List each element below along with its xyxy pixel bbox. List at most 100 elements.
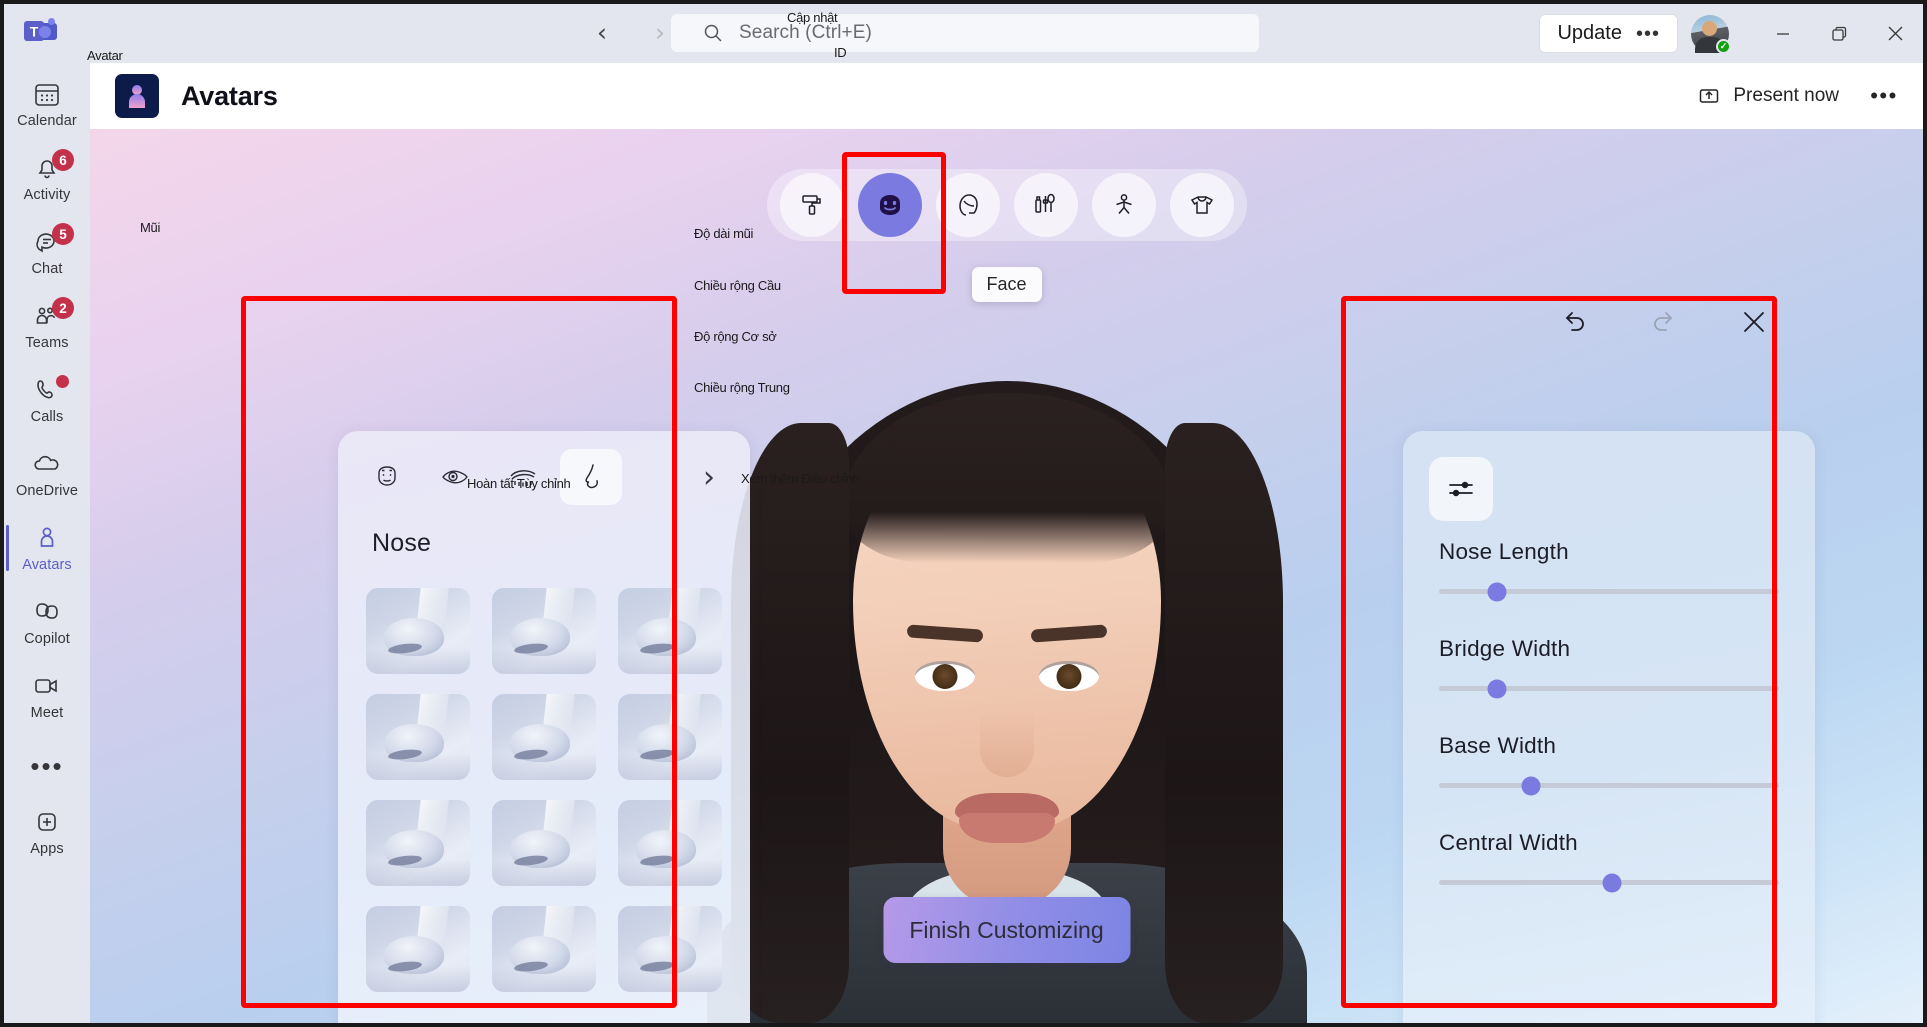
nose-option[interactable] (366, 694, 470, 780)
svg-text:T: T (30, 24, 39, 40)
nose-option[interactable] (618, 588, 722, 674)
smiling-face-icon (879, 195, 900, 215)
slider-bridge-width: Bridge Width (1439, 636, 1779, 698)
category-tab-clothing[interactable] (1169, 173, 1234, 237)
avatar-eyebrow-left (1030, 624, 1107, 643)
title-bar: T ‹ › Search (Ctrl+E) Update ••• ✓ (4, 4, 1923, 63)
app-header: Avatars Present now ••• (90, 63, 1923, 129)
category-tab-body[interactable] (1091, 173, 1156, 237)
app-header-actions: Present now ••• (1686, 75, 1923, 117)
avatar-eye-right (914, 661, 975, 691)
sidebar-item-calendar[interactable]: Calendar (4, 71, 90, 137)
avatar-nose (979, 711, 1034, 777)
undo-button[interactable] (1553, 301, 1595, 343)
search-input[interactable]: Search (Ctrl+E) (671, 14, 1259, 52)
nose-option[interactable] (618, 694, 722, 780)
avatar-stage: Face › Nose Nose Length Bridge Width Bas… (90, 129, 1923, 1023)
cloud-icon (32, 449, 62, 479)
sidebar-item-onedrive[interactable]: OneDrive (4, 441, 90, 507)
finish-customizing-button[interactable]: Finish Customizing (883, 897, 1130, 963)
slider-label: Central Width (1439, 830, 1578, 855)
category-tab-hair[interactable] (935, 173, 1000, 237)
nose-option[interactable] (492, 694, 596, 780)
nose-option[interactable] (366, 588, 470, 674)
person-icon (33, 523, 61, 553)
category-tab-style[interactable] (779, 173, 844, 237)
present-now-label: Present now (1733, 85, 1839, 106)
nose-option[interactable] (618, 906, 722, 992)
sidebar-item-apps[interactable]: Apps (4, 799, 90, 865)
back-button[interactable]: ‹ (582, 12, 622, 52)
overlay-central-width: Chiều rộng Trung (694, 380, 790, 395)
hair-icon (958, 194, 978, 216)
face-shape-icon (378, 466, 396, 486)
teams-badge: 2 (52, 297, 74, 319)
close-x-icon (1744, 312, 1764, 332)
category-tab-face[interactable] (857, 173, 922, 237)
slider-base-width: Base Width (1439, 733, 1779, 795)
sidebar-more-button[interactable]: ••• (4, 743, 90, 789)
sidebar-item-activity[interactable]: 6 Activity (4, 145, 90, 211)
chat-badge: 5 (52, 223, 74, 245)
redo-arrow-icon (1654, 312, 1673, 331)
sidebar-item-avatars[interactable]: Avatars (4, 515, 90, 581)
avatar-hair-right (1164, 423, 1283, 1023)
update-button[interactable]: Update ••• (1540, 15, 1677, 52)
ellipsis-icon[interactable]: ••• (1636, 24, 1660, 44)
app-more-button[interactable]: ••• (1863, 75, 1905, 117)
slider-track[interactable] (1439, 873, 1779, 892)
slider-knob[interactable] (1602, 873, 1622, 892)
subtabs-next-button[interactable]: › (686, 452, 732, 502)
maximize-button[interactable] (1811, 4, 1867, 63)
slider-track[interactable] (1439, 582, 1779, 601)
nose-options-panel: › Nose (338, 431, 750, 1023)
minimize-button[interactable] (1755, 4, 1811, 63)
slider-knob[interactable] (1521, 776, 1541, 795)
sidebar-item-label: Calendar (17, 113, 77, 129)
category-tab-makeup[interactable] (1013, 173, 1078, 237)
nose-option[interactable] (366, 906, 470, 992)
avatar[interactable]: ✓ (1691, 14, 1731, 54)
sidebar-item-label: Chat (31, 261, 63, 277)
slider-track[interactable] (1439, 679, 1779, 698)
sidebar-item-meet[interactable]: Meet (4, 663, 90, 729)
subtab-face-shape[interactable] (356, 449, 418, 505)
sidebar-item-chat[interactable]: 5 Chat (4, 219, 90, 285)
slider-central-width: Central Width (1439, 830, 1779, 892)
nose-option[interactable] (366, 800, 470, 886)
slider-knob[interactable] (1487, 679, 1507, 698)
nose-option[interactable] (492, 588, 596, 674)
close-editor-button[interactable] (1733, 301, 1775, 343)
nose-option[interactable] (492, 800, 596, 886)
sidebar-item-calls[interactable]: Calls (4, 367, 90, 433)
calendar-icon (33, 79, 61, 109)
sliders-icon (1449, 481, 1473, 497)
calls-badge (56, 375, 69, 388)
sidebar-item-label: Calls (30, 409, 64, 425)
overlay-bridge-width: Chiều rộng Cầu (694, 278, 781, 293)
makeup-icon (1034, 193, 1055, 213)
nose-option[interactable] (492, 906, 596, 992)
present-now-button[interactable]: Present now (1686, 77, 1851, 115)
category-tooltip: Face (971, 267, 1042, 302)
sliders-tool-button[interactable] (1429, 457, 1493, 521)
redo-button[interactable] (1643, 301, 1685, 343)
titlebar-right: Update ••• ✓ (1540, 4, 1923, 63)
nose-thumbnail-grid (364, 588, 724, 992)
slider-track[interactable] (1439, 776, 1779, 795)
sidebar-item-label: Copilot (24, 631, 70, 647)
avatar-eye-left (1038, 661, 1099, 691)
sidebar-item-copilot[interactable]: Copilot (4, 589, 90, 655)
nav-buttons: ‹ › (582, 12, 680, 52)
adjustments-panel: Nose Length Bridge Width Base Width Cent… (1403, 431, 1815, 1023)
slider-label: Base Width (1439, 733, 1557, 758)
overlay-update: Cập nhật (787, 10, 838, 25)
slider-label: Bridge Width (1439, 636, 1571, 661)
slider-knob[interactable] (1487, 582, 1507, 601)
undo-arrow-icon (1565, 312, 1584, 331)
sidebar-item-teams[interactable]: 2 Teams (4, 293, 90, 359)
close-button[interactable] (1867, 4, 1923, 63)
overlay-id: ID (834, 45, 847, 60)
slider-nose-length: Nose Length (1439, 539, 1779, 601)
nose-option[interactable] (618, 800, 722, 886)
